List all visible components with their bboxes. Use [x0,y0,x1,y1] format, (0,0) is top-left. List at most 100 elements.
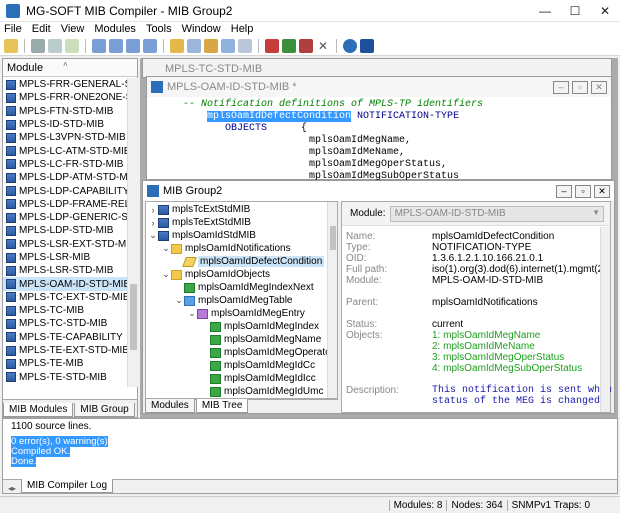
module-list-item[interactable]: MPLS-FTN-STD-MIB [3,105,127,118]
tree-scrollbar-thumb[interactable] [330,226,336,250]
compile-icon[interactable] [170,38,184,53]
editor-close-button[interactable]: ✕ [591,80,607,94]
paste-icon[interactable] [65,38,79,53]
scan-icon[interactable] [187,38,201,53]
module-column-header[interactable]: Module ˄ [3,59,137,77]
tree-node[interactable]: mplsOamIdMegName [146,333,328,346]
tree-icon[interactable] [221,38,235,53]
module-list-item[interactable]: MPLS-LSR-EXT-STD-MIB [3,238,127,251]
module-list-item[interactable]: MPLS-LDP-GENERIC-STD-MI [3,211,127,224]
tree-node[interactable]: › mplsTcExtStdMIB [146,203,328,216]
menu-help[interactable]: Help [231,23,254,35]
editor-minimize-button[interactable]: – [553,80,569,94]
tree-scrollbar[interactable] [327,202,337,398]
expand-chevron-icon[interactable]: ⌄ [161,243,171,254]
module-list-item[interactable]: MPLS-LSR-STD-MIB [3,264,127,277]
expand-chevron-icon[interactable]: › [148,205,158,215]
prop-object-link[interactable]: 4: mplsOamIdMegSubOperStatus [432,363,582,374]
module-list-item[interactable]: MPLS-TC-EXT-STD-MIB [3,291,127,304]
copy-icon[interactable] [48,38,62,53]
help-icon[interactable] [343,38,357,53]
tree-node[interactable]: ⌄ mplsOamIdMegEntry [146,307,328,320]
module-list-item[interactable]: MPLS-LC-ATM-STD-MIB [3,144,127,157]
properties-scrollbar[interactable] [600,227,610,412]
maximize-button[interactable]: ☐ [560,4,590,18]
tree-node[interactable]: ⌄ mplsOamIdMegTable [146,294,328,307]
tab-mib-compiler-log[interactable]: MIB Compiler Log [21,479,114,493]
menu-file[interactable]: File [4,23,22,35]
menu-modules[interactable]: Modules [94,23,136,35]
tab-mib-group[interactable]: MIB Group [74,403,135,417]
properties-icon[interactable] [238,38,252,53]
module-list-item[interactable]: MPLS-LDP-CAPABILITY [3,184,127,197]
module-list-item[interactable]: MPLS-ID-STD-MIB [3,118,127,131]
menu-window[interactable]: Window [182,23,221,35]
menu-edit[interactable]: Edit [32,23,51,35]
menu-view[interactable]: View [61,23,85,35]
module-list-item[interactable]: MPLS-L3VPN-STD-MIB [3,131,127,144]
expand-chevron-icon[interactable]: › [148,218,158,228]
tab-modules[interactable]: Modules [145,399,195,413]
module-selector-dropdown[interactable]: MPLS-OAM-ID-STD-MIB ▼ [389,205,604,222]
prop-object-link[interactable]: 2: mplsOamIdMeName [432,341,535,352]
expand-chevron-icon[interactable]: ⌄ [148,230,158,241]
log-output[interactable]: 0 error(s), 0 warning(s) Compiled OK. Do… [11,436,108,467]
tree-node[interactable]: mplsOamIdMegIdCc [146,359,328,372]
close-button[interactable]: ✕ [590,4,620,18]
scrollbar-thumb[interactable] [130,284,137,350]
group-maximize-button[interactable]: ▫ [575,184,591,198]
tree-node[interactable]: › mplsTeExtStdMIB [146,216,328,229]
export-icon[interactable] [204,38,218,53]
mib-source-editor[interactable]: -- Notification definitions of MPLS-TP i… [151,99,601,183]
tree-node[interactable]: mplsOamIdMegIdUmc [146,385,328,398]
open-icon[interactable] [4,38,18,53]
minimize-button[interactable]: — [530,4,560,18]
expand-chevron-icon[interactable]: ⌄ [174,295,184,306]
tree-node[interactable]: mplsOamIdMegIndex [146,320,328,333]
mib-module-icon[interactable] [265,38,279,53]
module-list-item[interactable]: MPLS-FRR-ONE2ONE-STD-... [3,91,127,104]
replace-icon[interactable] [126,38,140,53]
mib-group-icon[interactable] [282,38,296,53]
module-list-item[interactable]: MPLS-TC-MIB [3,304,127,317]
module-list-item[interactable]: MPLS-LC-FR-STD-MIB [3,158,127,171]
module-list-item[interactable]: MPLS-LDP-STD-MIB [3,224,127,237]
tree-node[interactable]: mplsOamIdMegOperator [146,346,334,359]
module-list-item[interactable]: MPLS-TE-CAPABILITY [3,331,127,344]
cut-icon[interactable] [31,38,45,53]
menu-tools[interactable]: Tools [146,23,172,35]
module-list-item[interactable]: MPLS-TC-STD-MIB [3,317,127,330]
module-list-item[interactable]: MPLS-TE-MIB [3,357,127,370]
prop-object-link[interactable]: 1: mplsOamIdMegName [432,330,540,341]
tree-node[interactable]: mplsOamIdMegIdIcc [146,372,328,385]
prop-object-link[interactable]: 3: mplsOamIdMegOperStatus [432,352,564,363]
find-next-icon[interactable] [109,38,123,53]
tree-node[interactable]: ⌄ mplsOamIdNotifications [146,242,328,255]
editor-maximize-button[interactable]: ▫ [572,80,588,94]
module-list-item[interactable]: MPLS-LSR-MIB [3,251,127,264]
group-close-button[interactable]: ✕ [594,184,610,198]
module-list-item[interactable]: MPLS-LDP-ATM-STD-MIB [3,171,127,184]
unload-icon[interactable] [299,38,313,53]
module-list-item[interactable]: MPLS-FRR-GENERAL-STD-M [3,78,127,91]
tree-node[interactable]: mplsOamIdDefectCondition [146,255,328,268]
tree-node[interactable]: mplsOamIdMegIndexNext [146,281,328,294]
group-minimize-button[interactable]: – [556,184,572,198]
module-list-scrollbar[interactable] [127,78,138,387]
window-mpls-tc-std-mib[interactable]: MPLS-TC-STD-MIB [142,58,612,78]
goto-icon[interactable] [143,38,157,53]
module-list-item[interactable]: MPLS-TE-STD-MIB [3,371,127,384]
find-icon[interactable] [92,38,106,53]
module-list-item[interactable]: MPLS-TE-EXT-STD-MIB [3,344,127,357]
tab-scroll-icon[interactable]: ◂▸ [3,484,21,493]
tab-mib-tree[interactable]: MIB Tree [195,399,249,413]
tab-mib-modules[interactable]: MIB Modules [3,403,74,417]
expand-chevron-icon[interactable]: ⌄ [187,308,197,319]
module-list-item[interactable]: MPLS-OAM-ID-STD-MIB [3,277,127,291]
tree-node[interactable]: ⌄ mplsOamIdStdMIB [146,229,328,242]
module-list-item[interactable]: MPLS-LDP-FRAME-RELAY-S... [3,198,127,211]
expand-chevron-icon[interactable]: ⌄ [161,269,171,280]
tree-node[interactable]: ⌄ mplsOamIdObjects [146,268,328,281]
about-icon[interactable] [360,38,374,53]
delete-icon[interactable]: ✕ [316,38,330,53]
